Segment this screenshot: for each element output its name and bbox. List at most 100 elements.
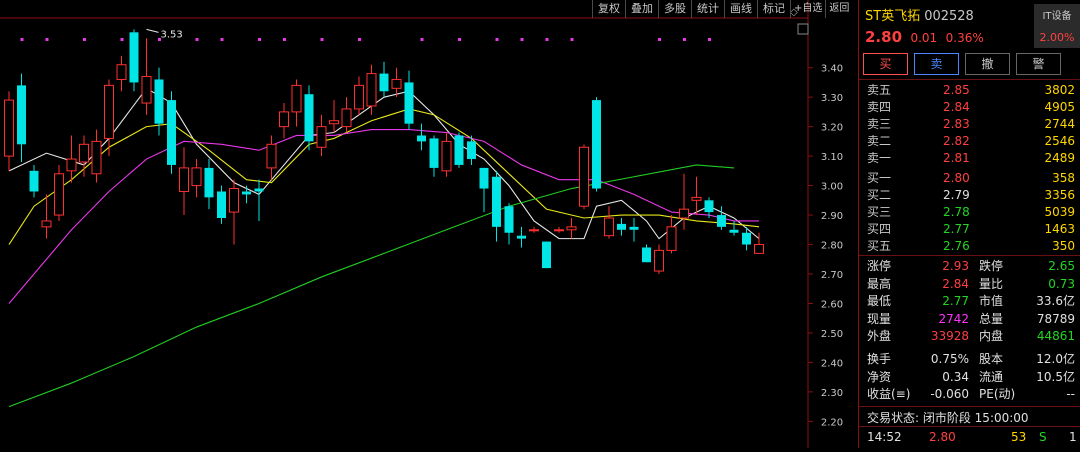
event-marker <box>283 38 286 41</box>
annotation-label: 3.53 <box>161 29 183 40</box>
tick-price: 2.80 <box>929 430 956 444</box>
level-price: 2.81 <box>943 151 970 166</box>
stock-title: ST英飞拓 002528 <box>865 5 974 24</box>
toolbar-mark-button[interactable]: 标记 <box>757 0 790 18</box>
candle-body <box>429 138 439 168</box>
toolbar-add-watchlist-button[interactable]: +自选 <box>790 0 825 18</box>
level-price: 2.84 <box>943 100 970 115</box>
level-price: 2.78 <box>943 204 970 219</box>
candle-body <box>642 247 651 263</box>
candle-body <box>441 140 452 172</box>
panel-toggle-icon <box>797 23 809 35</box>
sell-level-4[interactable]: 卖二 2.82 2546 <box>859 133 1080 150</box>
ma-line-3 <box>8 129 759 304</box>
buy-level-2[interactable]: 买二 2.79 3356 <box>859 187 1080 204</box>
event-marker <box>708 38 711 41</box>
sell-level-1[interactable]: 卖五 2.85 3802 <box>859 82 1080 99</box>
candle-body <box>492 176 501 227</box>
stats-row: 涨停 2.93 跌停 2.65 <box>859 258 1080 275</box>
candle-body <box>154 79 164 124</box>
trade-buttons: 买 卖 撤 警 <box>863 53 1061 75</box>
level-price: 2.85 <box>943 83 970 97</box>
ma-line-4 <box>8 164 735 408</box>
y-tick-label: 2.70 <box>821 270 843 281</box>
stat-label-pe: PE(动) <box>979 387 1016 402</box>
kline-svg[interactable]: 2.20 2.30 2.40 2.50 2.60 2.70 2.80 2.90 3.00 3.10… <box>0 0 858 448</box>
candle-body <box>217 191 226 218</box>
stats-row: 换手 0.75% 股本 12.0亿 <box>859 351 1080 368</box>
candle-body <box>4 99 14 157</box>
toolbar-multistock-button[interactable]: 多股 <box>658 0 691 18</box>
event-marker <box>20 38 24 41</box>
buy-button[interactable]: 买 <box>863 53 908 75</box>
sell-level-5[interactable]: 卖一 2.81 2489 <box>859 150 1080 167</box>
stat-value-mkt_cap: 33.6亿 <box>1036 294 1075 309</box>
candle-body <box>691 196 702 201</box>
stat-label-mkt_cap: 市值 <box>979 294 1004 309</box>
level-volume: 2546 <box>1044 134 1075 149</box>
sector-name: IT设备 <box>1042 11 1072 22</box>
buy-level-3[interactable]: 买三 2.78 5039 <box>859 204 1080 221</box>
toolbar-back-button[interactable]: 返回 <box>825 0 852 18</box>
stat-label-float: 流通 <box>979 369 1004 384</box>
stats-row: 净资 0.34 流通 10.5亿 <box>859 369 1080 386</box>
candle-body <box>404 82 414 124</box>
stat-label-vol_ratio: 量比 <box>979 276 1004 291</box>
buy-level-4[interactable]: 买四 2.77 1463 <box>859 221 1080 238</box>
divider <box>859 255 1080 256</box>
candle-body <box>592 100 601 189</box>
sector-badge[interactable]: IT设备 2.00% <box>1034 4 1080 48</box>
kline-chart[interactable]: 2.20 2.30 2.40 2.50 2.60 2.70 2.80 2.90 3.00 3.10… <box>0 0 858 448</box>
tick-time: 14:52 <box>867 430 902 444</box>
cancel-order-button[interactable]: 撤 <box>965 53 1010 75</box>
sell-level-3[interactable]: 卖三 2.83 2744 <box>859 116 1080 133</box>
y-tick-label: 2.60 <box>821 299 843 310</box>
level-volume: 1463 <box>1044 221 1075 236</box>
candle-body <box>529 229 539 232</box>
stats-row: 最低 2.77 市值 33.6亿 <box>859 293 1080 310</box>
stat-label-outer: 外盘 <box>867 329 892 344</box>
y-tick-label: 2.20 <box>821 417 843 428</box>
candle-body <box>679 208 689 219</box>
sell-button[interactable]: 卖 <box>914 53 959 75</box>
candle-body <box>254 188 264 192</box>
toolbar-stats-button[interactable]: 统计 <box>691 0 724 18</box>
y-tick-label: 2.90 <box>821 211 843 222</box>
sell-level-2[interactable]: 卖四 2.84 4905 <box>859 99 1080 116</box>
alert-button[interactable]: 警 <box>1016 53 1061 75</box>
candle-body <box>517 235 526 239</box>
toolbar-overlay-button[interactable]: 叠加 <box>625 0 658 18</box>
candle-body <box>354 84 364 110</box>
annotation-leader <box>146 28 159 33</box>
level-volume: 4905 <box>1044 100 1075 115</box>
current-price: 2.80 <box>865 28 903 46</box>
buy-level-1[interactable]: 买一 2.80 358 <box>859 170 1080 187</box>
candle-body <box>704 200 714 213</box>
stat-value-nav: 0.34 <box>942 369 969 384</box>
event-marker <box>258 38 261 41</box>
candle-body <box>579 146 589 207</box>
level-price: 2.76 <box>943 238 970 253</box>
candle-body <box>417 135 426 142</box>
event-marker <box>570 38 574 41</box>
level-label: 买三 <box>867 204 892 219</box>
candle-body <box>29 170 39 192</box>
buy-level-5[interactable]: 买五 2.76 350 <box>859 238 1080 255</box>
candle-body <box>304 94 314 142</box>
event-marker <box>358 38 361 41</box>
stat-label-nav: 净资 <box>867 369 892 384</box>
level-volume: 5039 <box>1044 204 1075 219</box>
level-volume: 3802 <box>1044 83 1075 97</box>
candle-body <box>66 158 77 172</box>
trade-state: 交易状态: 闭市阶段 15:00:00 <box>867 411 1029 425</box>
candle-body <box>329 120 339 125</box>
stat-label-high: 最高 <box>867 276 892 291</box>
stat-label-total_vol: 总量 <box>979 311 1004 326</box>
event-marker <box>45 38 49 41</box>
stats-row: 外盘 33928 内盘 44861 <box>859 328 1080 345</box>
event-marker <box>495 38 499 41</box>
toolbar-drawline-button[interactable]: 画线 <box>724 0 757 18</box>
toolbar-fuquan-button[interactable]: 复权 <box>592 0 625 18</box>
candle-body <box>279 111 289 128</box>
stat-value-pe: -- <box>1066 387 1075 402</box>
